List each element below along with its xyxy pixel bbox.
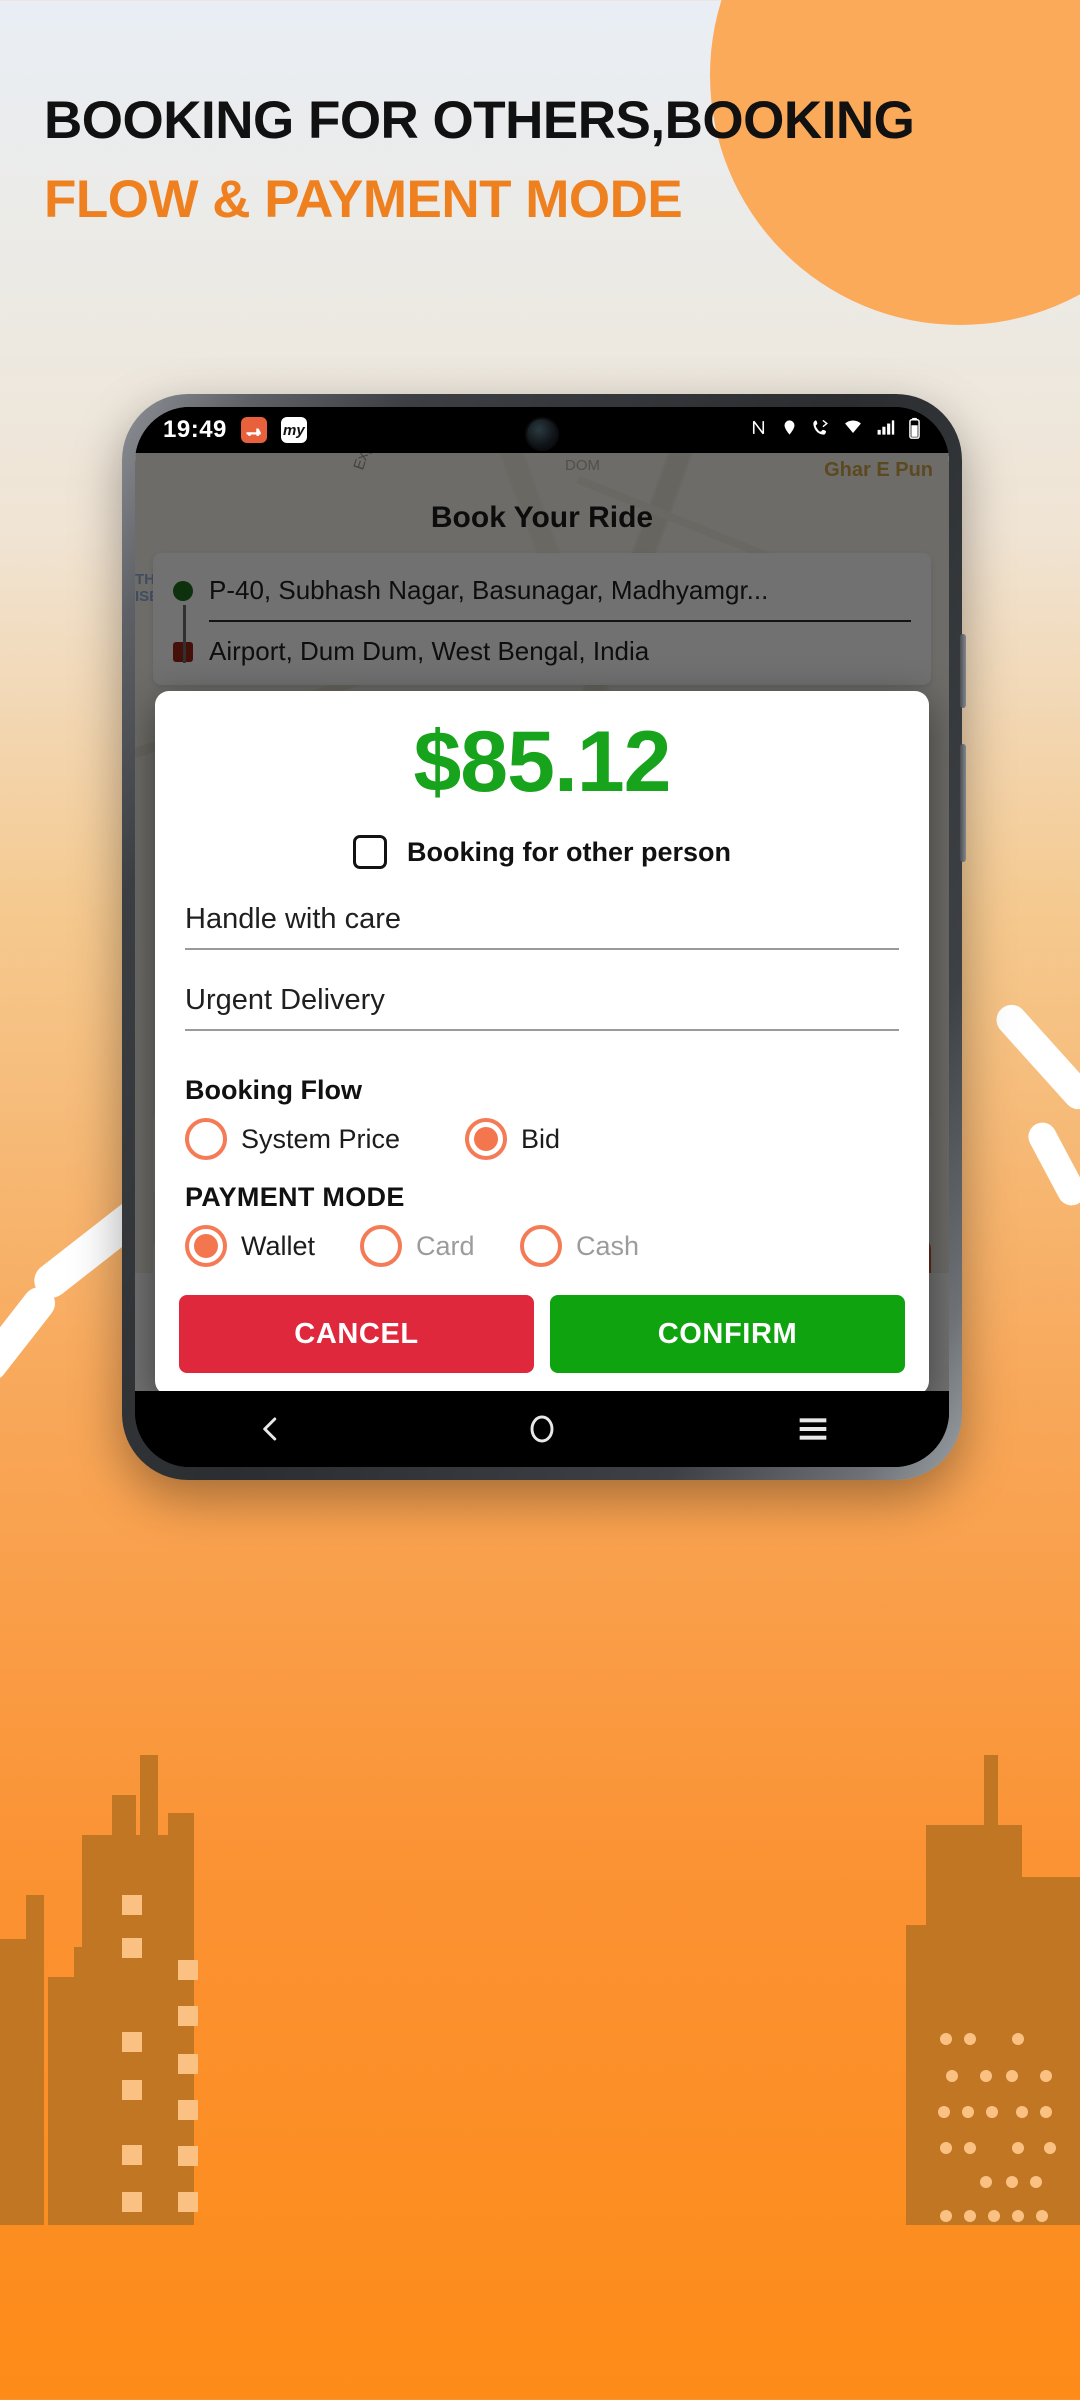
booking-confirm-dialog: $85.12 Booking for other person Handle w…	[155, 691, 929, 1391]
phone-mockup: 19:49 my $85.12 Booking for other person…	[122, 394, 966, 1480]
radio-wallet[interactable]: Wallet	[185, 1225, 360, 1268]
radio-bid[interactable]: Bid	[465, 1118, 561, 1161]
payment-mode-options: Wallet Card Cash	[185, 1225, 899, 1268]
volume-button	[960, 744, 966, 862]
booking-flow-title: Booking Flow	[185, 1075, 362, 1106]
status-bar-clock: 19:49	[163, 416, 227, 443]
booking-for-other-label: Booking for other person	[407, 836, 731, 867]
my-app-icon: my	[280, 417, 307, 443]
headline-line-2: FLOW & PAYMENT MODE	[44, 170, 683, 229]
radio-selected-dot	[194, 1234, 218, 1259]
confirm-button[interactable]: CONFIRM	[550, 1295, 905, 1374]
booking-flow-options: System Price Bid	[185, 1118, 899, 1161]
device-screen: 19:49 my $85.12 Booking for other person…	[135, 407, 949, 1467]
android-back-button[interactable]	[135, 1412, 406, 1446]
android-home-button[interactable]	[406, 1412, 677, 1446]
booking-for-other-checkbox[interactable]	[353, 835, 387, 870]
handle-with-care-field[interactable]: Handle with care	[185, 869, 899, 951]
cancel-button[interactable]: CANCEL	[179, 1295, 534, 1374]
city-skyline-decoration	[0, 1755, 1080, 2400]
booking-for-other-row[interactable]: Booking for other person	[155, 835, 929, 870]
urgent-delivery-value: Urgent Delivery	[185, 984, 385, 1017]
handle-with-care-value: Handle with care	[185, 903, 401, 936]
radio-bid-control[interactable]	[465, 1118, 507, 1161]
decorative-swoosh-3	[990, 998, 1080, 1116]
fare-price: $85.12	[413, 714, 671, 810]
power-button	[960, 634, 966, 708]
page-title: BOOKING FOR OTHERS,BOOKING FLOW & PAYMEN…	[44, 94, 1044, 226]
radio-card-control[interactable]	[360, 1225, 402, 1268]
radio-wallet-label: Wallet	[241, 1230, 316, 1261]
radio-system-price[interactable]: System Price	[185, 1118, 465, 1161]
radio-cash[interactable]: Cash	[520, 1225, 640, 1268]
wifi-icon	[843, 418, 863, 442]
call-forward-icon	[811, 418, 830, 442]
location-icon	[781, 418, 798, 442]
android-navigation-bar	[135, 1391, 949, 1467]
payment-mode-title: PAYMENT MODE	[185, 1182, 405, 1213]
radio-wallet-control[interactable]	[185, 1225, 227, 1268]
battery-icon	[908, 417, 921, 444]
radio-selected-dot	[474, 1127, 498, 1152]
radio-card-label: Card	[416, 1230, 475, 1261]
dialog-actions: CANCEL CONFIRM	[155, 1267, 929, 1391]
nfc-icon	[749, 418, 768, 442]
android-recents-button[interactable]	[678, 1416, 949, 1442]
radio-cash-label: Cash	[576, 1230, 640, 1261]
radio-system-price-label: System Price	[241, 1123, 401, 1154]
phone-screen-frame: 19:49 my $85.12 Booking for other person…	[135, 407, 949, 1467]
status-bar-icons	[749, 417, 921, 444]
radio-card[interactable]: Card	[360, 1225, 520, 1268]
delivery-app-icon	[240, 417, 267, 443]
radio-system-price-control[interactable]	[185, 1118, 227, 1161]
decorative-swoosh-4	[1023, 1117, 1080, 1211]
decorative-swoosh-2	[0, 1280, 62, 1388]
urgent-delivery-field[interactable]: Urgent Delivery	[185, 950, 899, 1032]
headline-line-1: BOOKING FOR OTHERS,BOOKING	[44, 91, 915, 150]
radio-bid-label: Bid	[521, 1123, 561, 1154]
cellular-signal-icon	[876, 418, 895, 442]
field-underline	[185, 1029, 899, 1032]
radio-cash-control[interactable]	[520, 1225, 562, 1268]
app-content: Expy THISE DOM Ghar E Pun Book Your Ride…	[135, 453, 949, 1391]
front-camera	[527, 419, 557, 449]
